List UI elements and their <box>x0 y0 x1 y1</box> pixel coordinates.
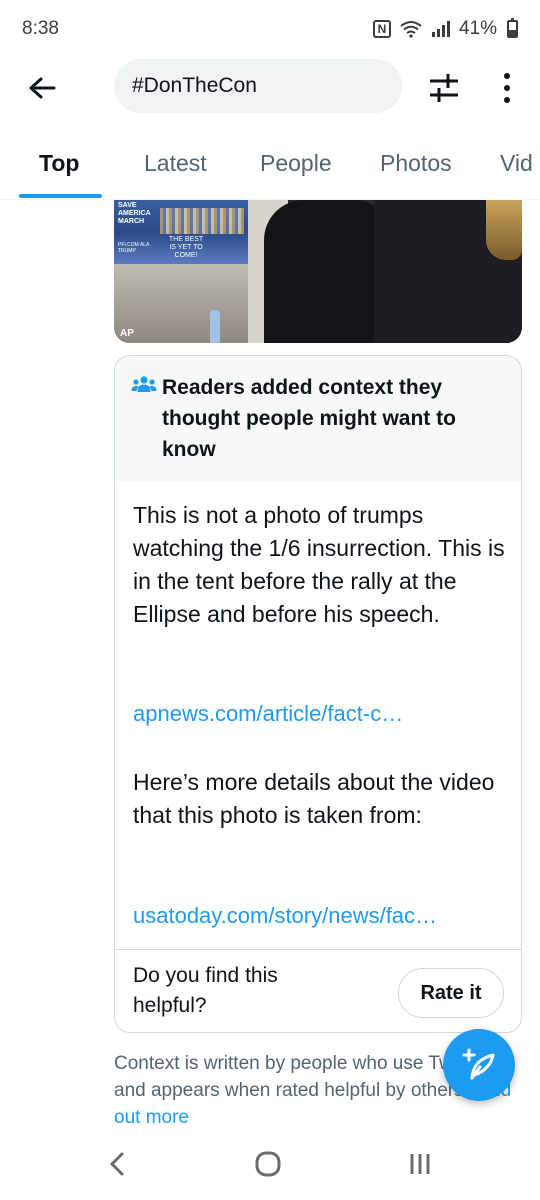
note-source-link-usatoday[interactable]: usatoday.com/story/news/fac… <box>133 903 513 929</box>
wifi-icon <box>400 21 422 38</box>
photo-tv-sign: THE BEST IS YET TO COME! <box>168 236 204 259</box>
tab-videos[interactable]: Vid <box>500 150 533 177</box>
note-body-text: This is not a photo of trumps watching t… <box>133 502 505 627</box>
nav-home-button[interactable] <box>248 1148 288 1180</box>
nav-recents-icon <box>410 1154 430 1174</box>
sliders-icon <box>430 74 458 102</box>
photo-water-bottle <box>210 310 220 343</box>
battery-icon <box>507 18 518 38</box>
search-query: #DonTheCon <box>132 74 257 97</box>
note-body-text-2: Here’s more details about the video that… <box>133 769 495 828</box>
photo-tv-crowd <box>160 208 244 234</box>
tab-top[interactable]: Top <box>39 150 79 177</box>
tweet-photo[interactable]: SAVE AMERICA MARCH THE BEST IS YET TO CO… <box>114 200 522 343</box>
active-tab-indicator <box>19 194 102 198</box>
nav-recents-button[interactable] <box>400 1148 440 1180</box>
note-source-link-ap[interactable]: apnews.com/article/fact-c… <box>133 701 513 727</box>
more-options-button[interactable] <box>492 68 522 108</box>
more-vertical-icon-dot <box>504 97 510 103</box>
photo-tv-text-bottom: PFI.COM ALA TRUMP <box>118 242 150 254</box>
more-vertical-icon-dot <box>504 85 510 91</box>
arrow-left-icon <box>29 77 56 99</box>
context-footer-text: Context is written by people who use Twi… <box>114 1053 489 1101</box>
photo-tv-text-top: SAVE AMERICA MARCH <box>118 202 151 225</box>
status-time: 8:38 <box>22 18 59 39</box>
people-group-icon <box>131 376 157 392</box>
nfc-icon: N <box>372 20 391 38</box>
helpful-question: Do you find this helpful? <box>133 964 278 1017</box>
search-input[interactable]: #DonTheCon <box>114 59 402 113</box>
community-note-card: Readers added context they thought peopl… <box>114 355 522 1033</box>
nav-back-button[interactable] <box>98 1148 138 1180</box>
filter-button[interactable] <box>424 70 464 106</box>
photo-credit: AP <box>120 328 134 339</box>
photo-scene: SAVE AMERICA MARCH THE BEST IS YET TO CO… <box>114 200 522 343</box>
note-header: Readers added context they thought peopl… <box>115 356 521 481</box>
rate-it-button[interactable]: Rate it <box>398 968 504 1018</box>
note-header-text: Readers added context they thought peopl… <box>162 376 456 461</box>
status-icons: N 41% <box>372 18 518 40</box>
photo-figure-hair <box>486 200 522 260</box>
back-button[interactable] <box>22 68 62 108</box>
signal-icon <box>431 21 450 37</box>
status-bar: 8:38 N 41% <box>0 0 540 58</box>
photo-tv-screen: SAVE AMERICA MARCH THE BEST IS YET TO CO… <box>114 200 248 264</box>
tab-people[interactable]: People <box>260 150 332 177</box>
nav-home-icon <box>255 1151 281 1177</box>
system-nav-bar <box>0 1128 540 1200</box>
tab-latest[interactable]: Latest <box>144 150 207 177</box>
compose-tweet-button[interactable] <box>443 1029 515 1101</box>
compose-feather-plus-icon <box>462 1048 495 1080</box>
nav-back-icon <box>110 1152 124 1176</box>
tab-photos[interactable]: Photos <box>380 150 452 177</box>
battery-level <box>509 30 516 36</box>
battery-percent: 41% <box>458 18 497 39</box>
search-tabs: Top Latest People Photos Vid <box>0 130 540 200</box>
more-vertical-icon-dot <box>504 73 510 79</box>
photo-tent-wall <box>114 264 248 343</box>
top-bar: #DonTheCon <box>0 58 540 116</box>
note-divider <box>115 949 521 950</box>
